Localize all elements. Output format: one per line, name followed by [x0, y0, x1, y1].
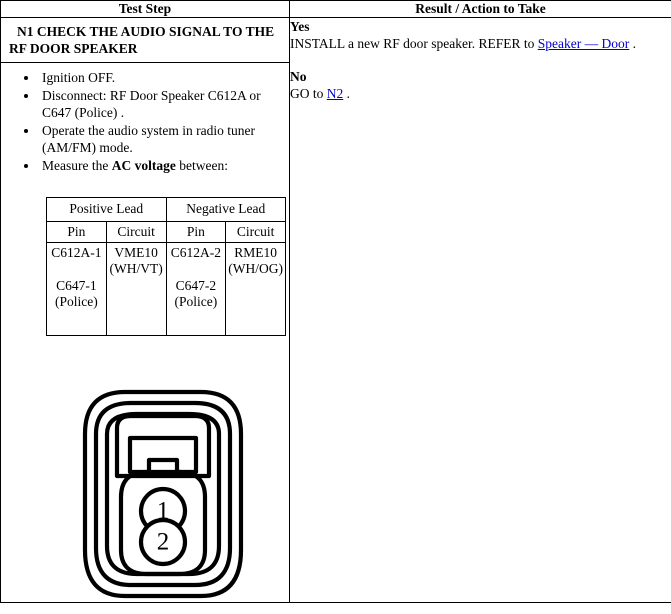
link-speaker-door[interactable]: Speaker — Door [538, 36, 629, 51]
result-action-cell: Yes INSTALL a new RF door speaker. REFER… [289, 17, 671, 603]
result-yes-action: INSTALL a new RF door speaker. REFER to … [290, 35, 671, 52]
positive-pin-alt: C647-1 (Police) [55, 278, 98, 309]
cell-negative-circuit: RME10 (WH/OG) [225, 242, 286, 336]
header-positive-pin: Pin [46, 221, 107, 243]
diagnostic-test-step-table: Test Step Result / Action to Take N1 CHE… [0, 0, 671, 603]
pin-table-lead-header-row: Positive Lead Negative Lead [46, 197, 286, 222]
result-no-action: GO to N2 . [290, 85, 671, 102]
bullet-text-1: Disconnect: RF Door Speaker C612A or C64… [42, 88, 261, 120]
lead-pin-circuit-table: Positive Lead Negative Lead Pin Circuit … [46, 197, 286, 336]
pin-table-container: Positive Lead Negative Lead Pin Circuit … [1, 175, 289, 336]
test-step-cell: N1 CHECK THE AUDIO SIGNAL TO THE RF DOOR… [0, 17, 290, 603]
table-content-row: N1 CHECK THE AUDIO SIGNAL TO THE RF DOOR… [0, 17, 671, 603]
pin-number-1: 1 [157, 498, 170, 525]
pin-table-sub-header-row: Pin Circuit Pin Circuit [46, 221, 286, 243]
header-positive-lead: Positive Lead [46, 197, 167, 222]
header-negative-pin: Pin [165, 221, 227, 243]
positive-pin-primary: C612A-1 [51, 245, 102, 260]
bullet-text-2: Operate the audio system in radio tuner … [42, 123, 255, 155]
result-yes-text-post: . [629, 36, 637, 51]
bullet-text-3-bold: AC voltage [111, 158, 176, 173]
list-item: Ignition OFF. [39, 69, 281, 87]
table-row: C612A-1 C647-1 (Police) VME10 (WH/VT) C6… [46, 242, 286, 336]
header-positive-circuit: Circuit [105, 221, 167, 243]
column-header-test-step: Test Step [0, 0, 290, 18]
cell-spacer [48, 261, 105, 278]
negative-pin-primary: C612A-2 [170, 245, 221, 260]
cell-positive-circuit: VME10 (WH/VT) [105, 242, 167, 336]
link-n2[interactable]: N2 [327, 86, 344, 101]
cell-negative-pin: C612A-2 C647-2 (Police) [165, 242, 227, 336]
result-yes-text-pre: INSTALL a new RF door speaker. REFER to [290, 36, 538, 51]
bullet-text-3-post: between: [175, 158, 228, 173]
list-item: Disconnect: RF Door Speaker C612A or C64… [39, 87, 281, 122]
result-yes-label: Yes [290, 19, 310, 34]
result-spacer [290, 52, 671, 68]
result-no-text-post: . [343, 86, 350, 101]
table-header-row: Test Step Result / Action to Take [0, 0, 671, 18]
pin-number-2: 2 [157, 529, 170, 556]
list-item: Measure the AC voltage between: [39, 157, 281, 175]
step-instruction-list: Ignition OFF. Disconnect: RF Door Speake… [1, 69, 289, 175]
connector-diagram-container: 1 2 [1, 336, 289, 602]
bullet-text-0: Ignition OFF. [42, 70, 116, 85]
header-negative-circuit: Circuit [225, 221, 286, 243]
bullet-text-3-pre: Measure the [42, 158, 112, 173]
cell-spacer [168, 261, 225, 278]
negative-pin-alt: C647-2 (Police) [174, 278, 218, 309]
column-header-result-action: Result / Action to Take [289, 0, 671, 18]
connector-diagram-icon: 1 2 [82, 389, 244, 599]
result-no-label: No [290, 69, 307, 84]
step-title: N1 CHECK THE AUDIO SIGNAL TO THE RF DOOR… [1, 18, 289, 63]
result-no-text-pre: GO to [290, 86, 327, 101]
cell-positive-pin: C612A-1 C647-1 (Police) [46, 242, 107, 336]
list-item: Operate the audio system in radio tuner … [39, 122, 281, 157]
header-negative-lead: Negative Lead [165, 197, 286, 222]
